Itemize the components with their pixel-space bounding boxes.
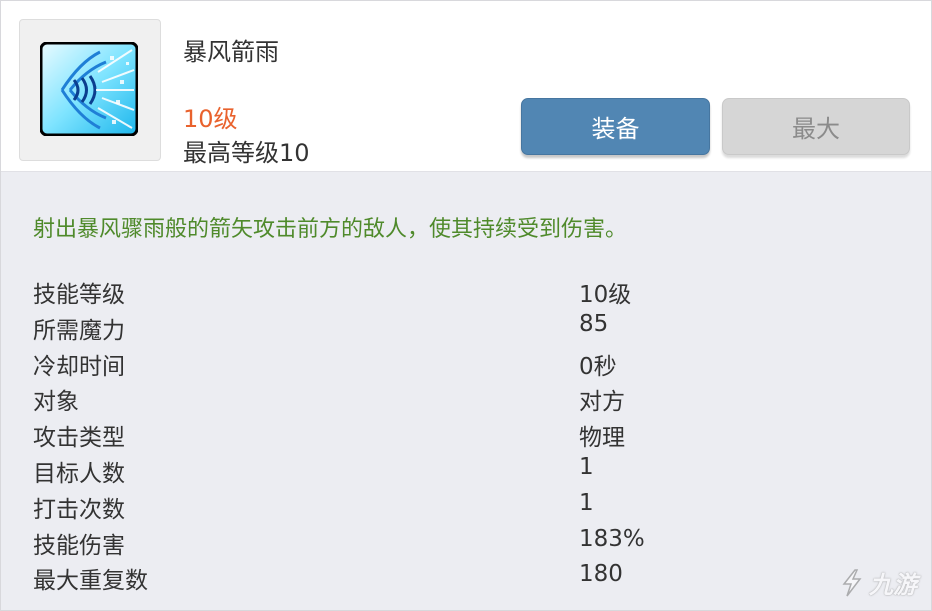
stat-value: 0秒: [579, 353, 617, 380]
skill-header: 暴风箭雨 10级 最高等级10 装备 最大: [1, 1, 931, 172]
stat-label: 攻击类型: [33, 425, 125, 452]
equip-button[interactable]: 装备: [521, 98, 710, 155]
watermark-logo-icon: [842, 568, 862, 596]
stat-value: 1: [579, 453, 594, 480]
stat-row-target-count: 目标人数 1: [33, 454, 733, 490]
stat-row-hit-count: 打击次数 1: [33, 490, 733, 526]
skill-level: 10级: [183, 105, 238, 133]
watermark-text: 九游: [869, 571, 917, 599]
stat-label: 所需魔力: [33, 317, 125, 344]
watermark: 九游: [839, 565, 917, 600]
stat-value: 183%: [579, 525, 645, 552]
stat-label: 冷却时间: [33, 353, 125, 380]
stat-value: 对方: [579, 389, 625, 416]
stat-row-target: 对象 对方: [33, 382, 733, 418]
stat-row-skill-level: 技能等级 10级: [33, 275, 733, 311]
skill-icon-frame: [19, 19, 161, 161]
skill-description: 射出暴风骤雨般的箭矢攻击前方的敌人，使其持续受到伤害。: [33, 217, 628, 242]
stat-label: 目标人数: [33, 460, 125, 487]
skill-name: 暴风箭雨: [183, 38, 279, 66]
skill-stats: 技能等级 10级 所需魔力 85 冷却时间 0秒 对象 对方 攻击类型 物理 目…: [33, 275, 733, 597]
stat-row-mana-cost: 所需魔力 85: [33, 311, 733, 347]
stat-value: 物理: [579, 425, 625, 452]
stat-row-max-repeat: 最大重复数 180: [33, 561, 733, 597]
skill-detail-panel: 暴风箭雨 10级 最高等级10 装备 最大 射出暴风骤雨般的箭矢攻击前方的敌人，…: [0, 0, 932, 611]
max-button[interactable]: 最大: [722, 98, 910, 155]
stat-label: 最大重复数: [33, 568, 148, 595]
stat-value: 10级: [579, 282, 632, 308]
stat-value: 85: [579, 310, 609, 337]
skill-body: 射出暴风骤雨般的箭矢攻击前方的敌人，使其持续受到伤害。 技能等级 10级 所需魔…: [1, 172, 931, 610]
storm-arrow-skill-icon: [40, 42, 138, 136]
stat-row-attack-type: 攻击类型 物理: [33, 418, 733, 454]
stat-label: 技能等级: [33, 282, 125, 308]
stat-label: 对象: [33, 389, 79, 416]
stat-row-cooldown: 冷却时间 0秒: [33, 347, 733, 383]
stat-value: 180: [579, 561, 623, 588]
skill-max-level: 最高等级10: [183, 139, 310, 167]
stat-label: 技能伤害: [33, 532, 125, 559]
stat-row-skill-damage: 技能伤害 183%: [33, 526, 733, 562]
stat-label: 打击次数: [33, 496, 125, 523]
stat-value: 1: [579, 489, 594, 516]
